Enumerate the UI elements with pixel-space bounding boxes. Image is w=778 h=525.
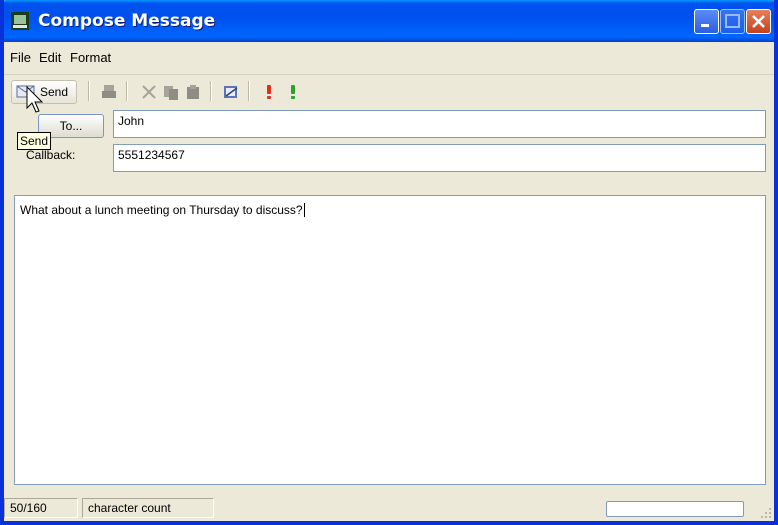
- print-icon[interactable]: [100, 83, 118, 101]
- close-button[interactable]: [746, 9, 771, 34]
- message-body-text: What about a lunch meeting on Thursday t…: [20, 203, 303, 217]
- toolbar-separator: [88, 81, 90, 101]
- app-icon: [11, 12, 29, 30]
- progress-indicator: [606, 501, 744, 517]
- high-priority-icon[interactable]: [260, 83, 278, 101]
- cut-icon[interactable]: [140, 83, 158, 101]
- to-button-label: To...: [59, 119, 83, 133]
- menu-bar: File Edit Format: [4, 42, 774, 75]
- send-tooltip: Send: [17, 132, 52, 150]
- callback-input[interactable]: 5551234567: [113, 144, 766, 172]
- low-priority-icon[interactable]: [284, 83, 302, 101]
- message-body-textarea[interactable]: What about a lunch meeting on Thursday t…: [14, 195, 766, 485]
- toolbar-separator: [248, 81, 250, 101]
- minimize-icon: [701, 24, 709, 27]
- character-count-label: character count: [82, 498, 214, 518]
- menu-format[interactable]: Format: [70, 50, 111, 65]
- toolbar: Send: [4, 75, 774, 107]
- toolbar-separator: [210, 81, 212, 101]
- paste-icon[interactable]: [184, 83, 202, 101]
- resize-grip-icon[interactable]: [758, 505, 772, 519]
- address-book-icon[interactable]: [222, 83, 240, 101]
- title-bar[interactable]: Compose Message: [4, 0, 774, 42]
- copy-icon[interactable]: [162, 83, 180, 101]
- compose-message-window: Compose Message File Edit Format Send To…: [0, 0, 778, 525]
- character-count-value: 50/160: [4, 498, 78, 518]
- mouse-cursor-icon: [26, 86, 44, 113]
- menu-edit[interactable]: Edit: [39, 50, 61, 65]
- status-bar: 50/160 character count: [4, 494, 774, 521]
- window-title: Compose Message: [38, 11, 216, 31]
- recipient-input[interactable]: John: [113, 110, 766, 138]
- maximize-icon: [725, 14, 740, 28]
- maximize-button[interactable]: [720, 9, 745, 34]
- close-icon: [752, 15, 765, 28]
- minimize-button[interactable]: [694, 9, 719, 34]
- text-caret: [303, 203, 305, 217]
- callback-label: Callback:: [26, 148, 76, 162]
- toolbar-separator: [126, 81, 128, 101]
- menu-file[interactable]: File: [10, 50, 31, 65]
